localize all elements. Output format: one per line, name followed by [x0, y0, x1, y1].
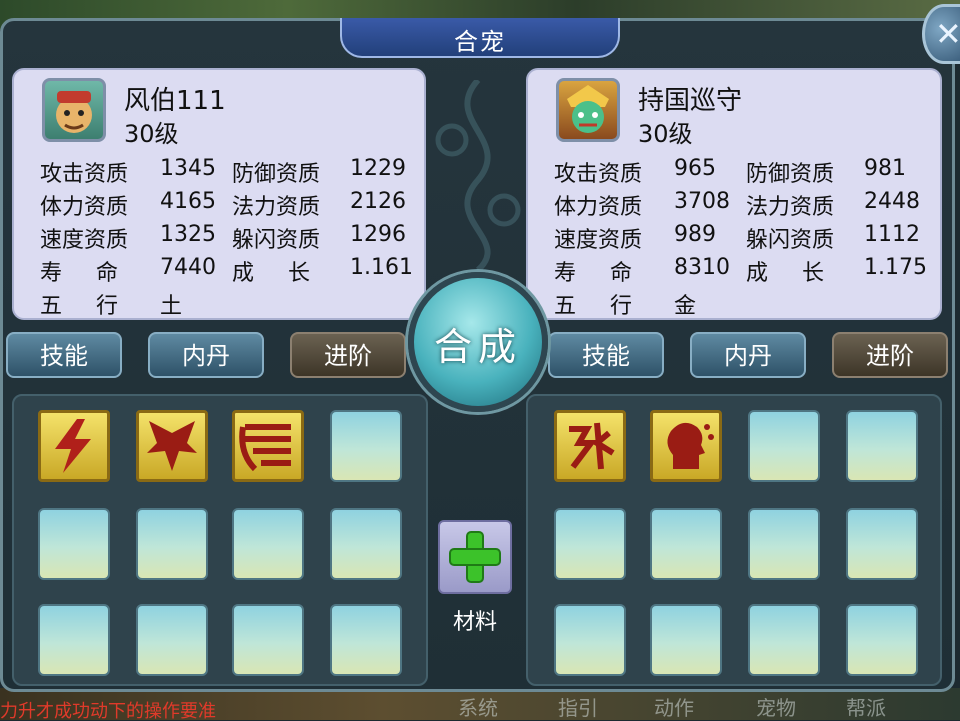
left-tab-advance[interactable]: 进阶 — [290, 332, 406, 378]
right-tab-advance[interactable]: 进阶 — [832, 332, 948, 378]
right-pet-name: 持国巡守 — [638, 86, 743, 116]
empty-skill-slot[interactable] — [330, 508, 402, 580]
lightning-skill-icon[interactable] — [38, 410, 110, 482]
empty-skill-slot[interactable] — [232, 508, 304, 580]
system-ticker-text: 力升才成功动下的操作要准 — [0, 701, 216, 719]
empty-skill-slot[interactable] — [38, 508, 110, 580]
eagle-skill-icon[interactable] — [136, 410, 208, 482]
bottom-nav-action[interactable]: 动作 — [654, 692, 694, 721]
empty-skill-slot[interactable] — [650, 604, 722, 676]
empty-skill-slot[interactable] — [38, 604, 110, 676]
right-tab-skills[interactable]: 技能 — [548, 332, 664, 378]
wind-skill-icon[interactable] — [232, 410, 304, 482]
empty-skill-slot[interactable] — [846, 410, 918, 482]
mind-skill-icon[interactable] — [650, 410, 722, 482]
bottom-nav-pet[interactable]: 宠物 — [756, 692, 796, 721]
empty-skill-slot[interactable] — [232, 604, 304, 676]
spirit-rune-skill-icon[interactable] — [554, 410, 626, 482]
empty-skill-slot[interactable] — [748, 604, 820, 676]
merge-button-label[interactable]: 合成 — [408, 316, 548, 371]
left-tab-inner-core[interactable]: 内丹 — [148, 332, 264, 378]
empty-skill-slot[interactable] — [748, 508, 820, 580]
empty-skill-slot[interactable] — [846, 508, 918, 580]
center-ornament — [435, 80, 521, 270]
empty-skill-slot[interactable] — [650, 508, 722, 580]
add-material-icon — [449, 531, 501, 583]
empty-skill-slot[interactable] — [136, 508, 208, 580]
empty-skill-slot[interactable] — [330, 410, 402, 482]
left-pet-level: 30级 — [124, 120, 179, 148]
empty-skill-slot[interactable] — [136, 604, 208, 676]
right-tab-inner-core[interactable]: 内丹 — [690, 332, 806, 378]
left-tab-skills[interactable]: 技能 — [6, 332, 122, 378]
empty-skill-slot[interactable] — [554, 604, 626, 676]
material-slot[interactable] — [438, 520, 512, 594]
material-label: 材料 — [452, 610, 497, 635]
window-title: 合宠 — [454, 28, 506, 56]
right-pet-level: 30级 — [638, 120, 693, 148]
empty-skill-slot[interactable] — [846, 604, 918, 676]
close-icon[interactable]: ✕ — [922, 4, 960, 64]
bottom-nav-system[interactable]: 系统 — [458, 692, 498, 721]
empty-skill-slot[interactable] — [330, 604, 402, 676]
left-pet-name: 风伯111 — [124, 86, 226, 116]
left-pet-card: 风伯111 30级 攻击资质 1345 防御资质 1229 体力资质 4165 … — [12, 68, 426, 320]
right-pet-avatar — [556, 78, 620, 142]
right-pet-card: 持国巡守 30级 攻击资质 965 防御资质 981 体力资质 3708 法力资… — [526, 68, 942, 320]
empty-skill-slot[interactable] — [554, 508, 626, 580]
left-pet-avatar — [42, 78, 106, 142]
empty-skill-slot[interactable] — [748, 410, 820, 482]
bottom-nav-guild[interactable]: 帮派 — [846, 692, 886, 721]
bottom-nav-guide[interactable]: 指引 — [558, 692, 598, 721]
